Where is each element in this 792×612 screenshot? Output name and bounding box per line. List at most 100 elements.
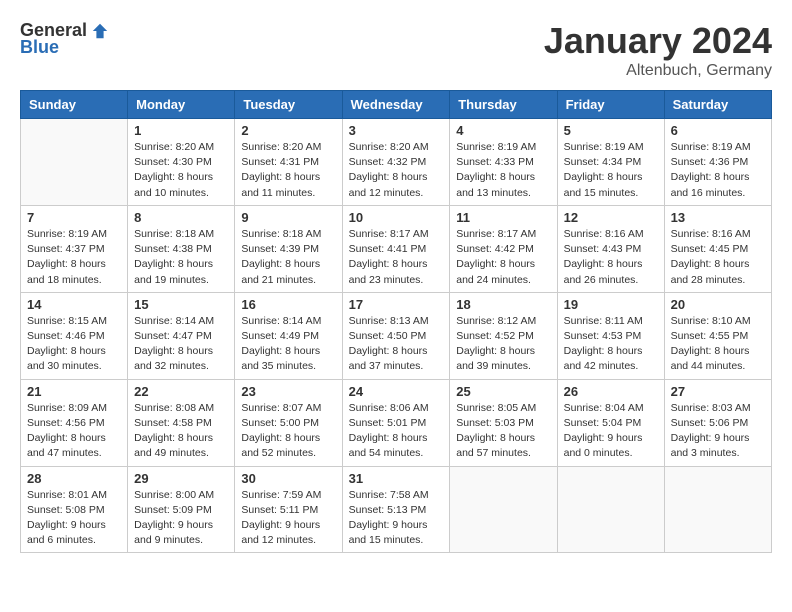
weekday-header-friday: Friday [557, 91, 664, 119]
day-number: 30 [241, 471, 335, 486]
day-info: Sunrise: 8:00 AMSunset: 5:09 PMDaylight:… [134, 488, 228, 549]
day-number: 4 [456, 123, 550, 138]
page-header: General Blue January 2024 Altenbuch, Ger… [20, 20, 772, 80]
day-number: 16 [241, 297, 335, 312]
day-info: Sunrise: 8:06 AMSunset: 5:01 PMDaylight:… [349, 401, 444, 462]
weekday-header-sunday: Sunday [21, 91, 128, 119]
calendar-cell: 3Sunrise: 8:20 AMSunset: 4:32 PMDaylight… [342, 119, 450, 206]
day-info: Sunrise: 8:19 AMSunset: 4:36 PMDaylight:… [671, 140, 765, 201]
day-info: Sunrise: 7:59 AMSunset: 5:11 PMDaylight:… [241, 488, 335, 549]
calendar-body: 1 Sunrise: 8:20 AMSunset: 4:30 PMDaylight… [21, 119, 772, 553]
day-number: 26 [564, 384, 658, 399]
calendar-cell: 30 Sunrise: 7:59 AMSunset: 5:11 PMDayligh… [235, 466, 342, 553]
day-info: Sunrise: 8:08 AMSunset: 4:58 PMDaylight:… [134, 401, 228, 462]
calendar-cell: 21Sunrise: 8:09 AMSunset: 4:56 PMDayligh… [21, 379, 128, 466]
day-info: Sunrise: 8:20 AMSunset: 4:30 PMDaylight:… [134, 140, 228, 201]
calendar-cell [664, 466, 771, 553]
calendar-cell: 9 Sunrise: 8:18 AMSunset: 4:39 PMDaylight… [235, 205, 342, 292]
day-info: Sunrise: 8:09 AMSunset: 4:56 PMDaylight:… [27, 401, 121, 462]
calendar-cell [21, 119, 128, 206]
calendar-cell: 1 Sunrise: 8:20 AMSunset: 4:30 PMDaylight… [128, 119, 235, 206]
day-info: Sunrise: 8:17 AMSunset: 4:41 PMDaylight:… [349, 227, 444, 288]
day-number: 7 [27, 210, 121, 225]
calendar-cell: 5Sunrise: 8:19 AMSunset: 4:34 PMDaylight… [557, 119, 664, 206]
location: Altenbuch, Germany [544, 62, 772, 80]
day-number: 13 [671, 210, 765, 225]
day-number: 19 [564, 297, 658, 312]
day-number: 22 [134, 384, 228, 399]
day-info: Sunrise: 8:18 AMSunset: 4:39 PMDaylight:… [241, 227, 335, 288]
calendar-cell [557, 466, 664, 553]
day-info: Sunrise: 8:17 AMSunset: 4:42 PMDaylight:… [456, 227, 550, 288]
calendar-week-2: 7 Sunrise: 8:19 AMSunset: 4:37 PMDaylight… [21, 205, 772, 292]
day-info: Sunrise: 8:13 AMSunset: 4:50 PMDaylight:… [349, 314, 444, 375]
day-number: 6 [671, 123, 765, 138]
day-info: Sunrise: 8:19 AMSunset: 4:33 PMDaylight:… [456, 140, 550, 201]
calendar-cell: 18 Sunrise: 8:12 AMSunset: 4:52 PMDayligh… [450, 292, 557, 379]
calendar-week-3: 14 Sunrise: 8:15 AMSunset: 4:46 PMDayligh… [21, 292, 772, 379]
logo-blue-text: Blue [20, 37, 59, 58]
day-number: 20 [671, 297, 765, 312]
calendar-cell: 28 Sunrise: 8:01 AMSunset: 5:08 PMDayligh… [21, 466, 128, 553]
weekday-header-row: SundayMondayTuesdayWednesdayThursdayFrid… [21, 91, 772, 119]
day-info: Sunrise: 8:12 AMSunset: 4:52 PMDaylight:… [456, 314, 550, 375]
day-info: Sunrise: 8:05 AMSunset: 5:03 PMDaylight:… [456, 401, 550, 462]
calendar-cell: 15 Sunrise: 8:14 AMSunset: 4:47 PMDayligh… [128, 292, 235, 379]
weekday-header-monday: Monday [128, 91, 235, 119]
calendar-cell: 6 Sunrise: 8:19 AMSunset: 4:36 PMDaylight… [664, 119, 771, 206]
month-title: January 2024 [544, 20, 772, 62]
day-number: 9 [241, 210, 335, 225]
day-number: 29 [134, 471, 228, 486]
calendar-week-1: 1 Sunrise: 8:20 AMSunset: 4:30 PMDaylight… [21, 119, 772, 206]
weekday-header-saturday: Saturday [664, 91, 771, 119]
calendar-cell: 27 Sunrise: 8:03 AMSunset: 5:06 PMDayligh… [664, 379, 771, 466]
calendar-cell: 7 Sunrise: 8:19 AMSunset: 4:37 PMDaylight… [21, 205, 128, 292]
calendar-cell: 16Sunrise: 8:14 AMSunset: 4:49 PMDayligh… [235, 292, 342, 379]
day-number: 15 [134, 297, 228, 312]
day-number: 8 [134, 210, 228, 225]
day-number: 17 [349, 297, 444, 312]
day-number: 3 [349, 123, 444, 138]
day-info: Sunrise: 8:16 AMSunset: 4:45 PMDaylight:… [671, 227, 765, 288]
day-info: Sunrise: 8:01 AMSunset: 5:08 PMDaylight:… [27, 488, 121, 549]
day-number: 12 [564, 210, 658, 225]
calendar-table: SundayMondayTuesdayWednesdayThursdayFrid… [20, 90, 772, 553]
calendar-cell: 10 Sunrise: 8:17 AMSunset: 4:41 PMDayligh… [342, 205, 450, 292]
day-info: Sunrise: 8:15 AMSunset: 4:46 PMDaylight:… [27, 314, 121, 375]
day-number: 14 [27, 297, 121, 312]
weekday-header-tuesday: Tuesday [235, 91, 342, 119]
calendar-cell: 29 Sunrise: 8:00 AMSunset: 5:09 PMDayligh… [128, 466, 235, 553]
day-number: 24 [349, 384, 444, 399]
day-info: Sunrise: 8:20 AMSunset: 4:31 PMDaylight:… [241, 140, 335, 201]
day-number: 10 [349, 210, 444, 225]
calendar-cell: 23 Sunrise: 8:07 AMSunset: 5:00 PMDayligh… [235, 379, 342, 466]
calendar-cell: 12Sunrise: 8:16 AMSunset: 4:43 PMDayligh… [557, 205, 664, 292]
day-info: Sunrise: 8:10 AMSunset: 4:55 PMDaylight:… [671, 314, 765, 375]
calendar-cell: 8 Sunrise: 8:18 AMSunset: 4:38 PMDaylight… [128, 205, 235, 292]
day-number: 28 [27, 471, 121, 486]
day-number: 23 [241, 384, 335, 399]
day-info: Sunrise: 8:11 AMSunset: 4:53 PMDaylight:… [564, 314, 658, 375]
day-number: 27 [671, 384, 765, 399]
calendar-cell: 4 Sunrise: 8:19 AMSunset: 4:33 PMDaylight… [450, 119, 557, 206]
calendar-week-5: 28 Sunrise: 8:01 AMSunset: 5:08 PMDayligh… [21, 466, 772, 553]
calendar-cell: 26 Sunrise: 8:04 AMSunset: 5:04 PMDayligh… [557, 379, 664, 466]
day-info: Sunrise: 8:14 AMSunset: 4:47 PMDaylight:… [134, 314, 228, 375]
day-number: 1 [134, 123, 228, 138]
day-info: Sunrise: 8:18 AMSunset: 4:38 PMDaylight:… [134, 227, 228, 288]
logo: General Blue [20, 20, 109, 58]
day-number: 5 [564, 123, 658, 138]
day-number: 18 [456, 297, 550, 312]
day-info: Sunrise: 8:19 AMSunset: 4:37 PMDaylight:… [27, 227, 121, 288]
day-info: Sunrise: 7:58 AMSunset: 5:13 PMDaylight:… [349, 488, 444, 549]
calendar-cell [450, 466, 557, 553]
calendar-week-4: 21Sunrise: 8:09 AMSunset: 4:56 PMDayligh… [21, 379, 772, 466]
day-info: Sunrise: 8:03 AMSunset: 5:06 PMDaylight:… [671, 401, 765, 462]
calendar-cell: 13 Sunrise: 8:16 AMSunset: 4:45 PMDayligh… [664, 205, 771, 292]
day-info: Sunrise: 8:07 AMSunset: 5:00 PMDaylight:… [241, 401, 335, 462]
logo-icon [91, 22, 109, 40]
calendar-cell: 22 Sunrise: 8:08 AMSunset: 4:58 PMDayligh… [128, 379, 235, 466]
day-number: 31 [349, 471, 444, 486]
title-section: January 2024 Altenbuch, Germany [544, 20, 772, 80]
day-info: Sunrise: 8:04 AMSunset: 5:04 PMDaylight:… [564, 401, 658, 462]
